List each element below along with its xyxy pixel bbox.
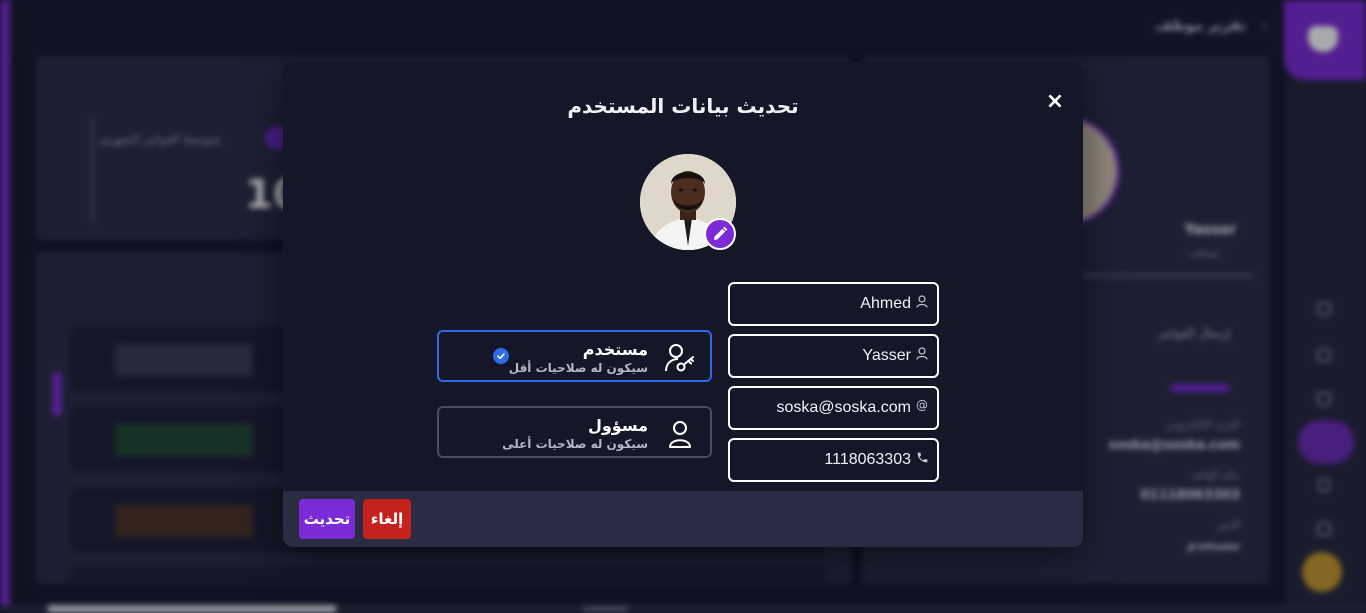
email-field: @ [728, 386, 939, 430]
user-icon [664, 418, 696, 450]
phone-input[interactable] [741, 451, 911, 469]
role-option-user[interactable]: مستخدم سيكون له صلاحيات أقل [437, 330, 712, 382]
close-icon[interactable]: × [1043, 90, 1067, 114]
phone-field [728, 438, 939, 482]
role-title: مسؤول [587, 416, 648, 435]
role-option-admin[interactable]: مسؤول سيكون له صلاحيات أعلى [437, 406, 712, 458]
first-name-input[interactable] [741, 295, 911, 313]
avatar-container [640, 154, 736, 250]
modal-title: تحديث بيانات المستخدم [567, 94, 799, 118]
user-icon [915, 346, 929, 360]
email-input[interactable] [741, 399, 911, 417]
user-key-icon [664, 342, 696, 374]
modal-footer: تحديث إلغاء [283, 491, 1083, 547]
first-name-field [728, 282, 939, 326]
role-description: سيكون له صلاحيات أعلى [502, 437, 648, 451]
role-description: سيكون له صلاحيات أقل [508, 361, 648, 375]
app-root: تقرير موظف ‹ متوسط الفواتير الشهري 10 Ya… [0, 0, 1366, 613]
last-name-field [728, 334, 939, 378]
role-title: مستخدم [582, 340, 648, 359]
pencil-icon [714, 226, 728, 240]
cancel-button[interactable]: إلغاء [363, 499, 411, 539]
edit-photo-button[interactable] [704, 218, 736, 250]
update-button[interactable]: تحديث [299, 499, 355, 539]
check-icon [493, 348, 509, 364]
at-sign-icon: @ [916, 398, 928, 412]
last-name-input[interactable] [741, 347, 911, 365]
phone-icon [915, 450, 929, 464]
update-user-modal: تحديث بيانات المستخدم × Ahmed Yasser sos… [283, 62, 1083, 547]
user-icon [915, 294, 929, 308]
